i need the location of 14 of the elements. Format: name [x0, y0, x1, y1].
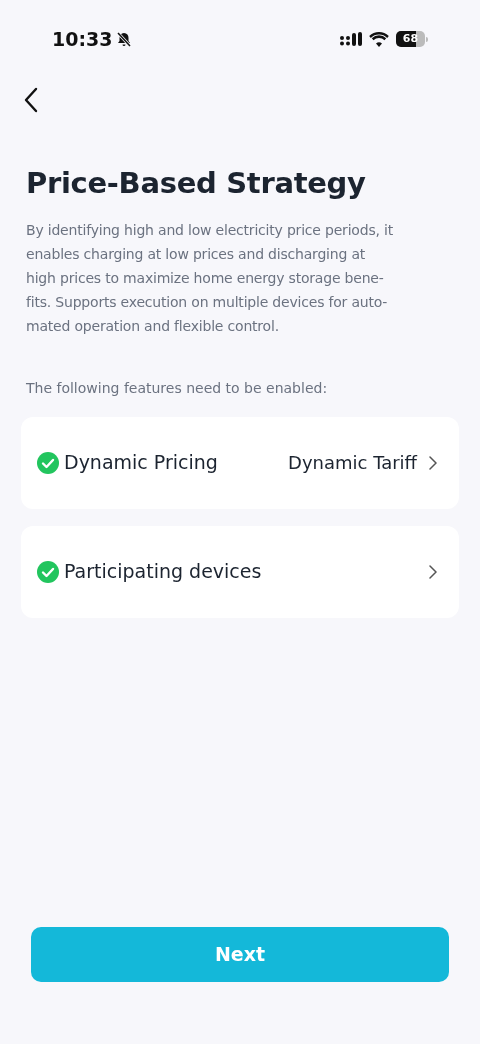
- feature-label: Participating devices: [64, 559, 262, 585]
- clock-time: 10:33: [52, 26, 113, 52]
- feature-label: Dynamic Pricing: [64, 450, 218, 476]
- wifi-icon: [369, 31, 389, 47]
- features-heading: The following features need to be enabled:: [26, 378, 329, 398]
- chevron-right-icon: [429, 455, 437, 470]
- page-title: Price-Based Strategy: [26, 165, 367, 202]
- strategy-description: By identifying high and low electricity price periods, it enables charging at low prices and discharging at high prices to maximize home energy storage bene- fits. Supports execution on multiple devices for auto- mated operation and flexible control.: [26, 220, 394, 336]
- muted-bell-icon: [116, 30, 133, 48]
- feature-row[interactable]: Participating devices: [21, 525, 459, 618]
- signal-icon: [340, 32, 362, 46]
- feature-row[interactable]: Dynamic Pricing Dynamic Tariff: [21, 416, 459, 509]
- feature-value: Dynamic Tariff: [288, 451, 417, 475]
- chevron-right-icon: [429, 564, 437, 579]
